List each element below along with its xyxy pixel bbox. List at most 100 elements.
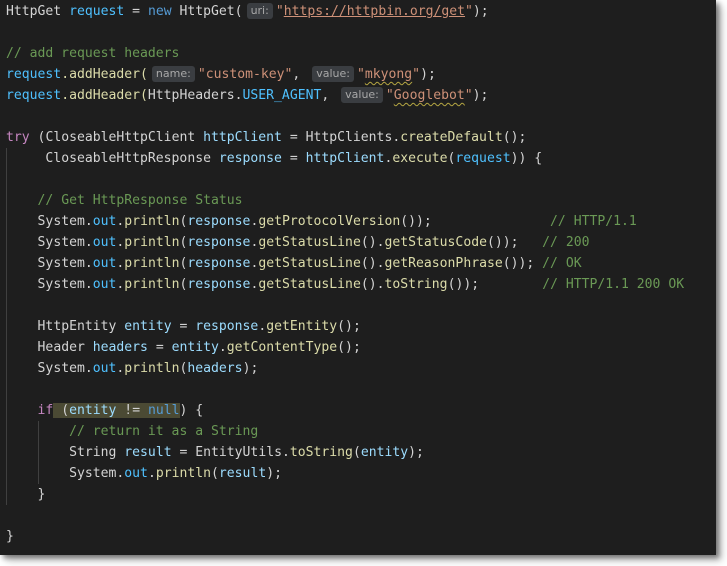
- indent-guide: [6, 442, 7, 463]
- code-line-21[interactable]: // return it as a String: [6, 421, 684, 442]
- indent-guide: [6, 358, 7, 379]
- inlay-hint-value: value:: [312, 66, 354, 82]
- token: ) {: [179, 403, 204, 418]
- token: ();: [337, 340, 361, 355]
- indent-guide: [6, 169, 7, 190]
- spelling-warning[interactable]: mkyong: [365, 67, 412, 82]
- token: response: [195, 319, 259, 334]
- inlay-hint-name: name:: [151, 66, 195, 82]
- code-line-20[interactable]: if (entity != null) {: [6, 400, 684, 421]
- token: );: [472, 4, 489, 19]
- code-line-14[interactable]: System.out.println(response.getStatusLin…: [6, 274, 684, 295]
- highlighted-selection[interactable]: entity: [69, 403, 117, 418]
- token: =: [281, 130, 306, 145]
- code-line-8[interactable]: CloseableHttpResponse response = httpCli…: [6, 148, 684, 169]
- token: println: [124, 277, 180, 292]
- token: System: [37, 235, 85, 250]
- code-line-16[interactable]: HttpEntity entity = response.getEntity()…: [6, 316, 684, 337]
- comment: // 200: [542, 235, 590, 250]
- indent-guide: [6, 253, 7, 274]
- token: getStatusLine: [258, 256, 361, 271]
- token: HttpGet(: [179, 4, 243, 19]
- closing-brace: }: [6, 529, 14, 544]
- code-line-13[interactable]: System.out.println(response.getStatusLin…: [6, 253, 684, 274]
- code-line-25[interactable]: [6, 505, 684, 526]
- closing-brace: }: [37, 487, 46, 502]
- comment: // Get HttpResponse Status: [37, 193, 243, 208]
- indent-guide: [6, 484, 7, 505]
- code-line-12[interactable]: System.out.println(response.getStatusLin…: [6, 232, 684, 253]
- code-line-2[interactable]: [6, 22, 684, 43]
- code-line-26[interactable]: }: [6, 526, 684, 547]
- inlay-hint-value: value:: [341, 87, 383, 103]
- token: request: [455, 151, 511, 166]
- token: toString: [384, 277, 448, 292]
- token: System: [37, 361, 85, 376]
- indent-guide: [6, 337, 7, 358]
- token: ());: [447, 277, 480, 292]
- code-line-11[interactable]: System.out.println(response.getProtocolV…: [6, 211, 684, 232]
- token: ": [385, 88, 394, 103]
- comment: // HTTP/1.1: [550, 214, 637, 229]
- token: request: [6, 88, 62, 103]
- token: HttpGet: [6, 4, 62, 19]
- token: );: [420, 67, 436, 82]
- code-line-18[interactable]: System.out.println(headers);: [6, 358, 684, 379]
- token: String: [69, 445, 117, 460]
- token: println: [124, 235, 180, 250]
- url-link[interactable]: https://httpbin.org/get: [284, 4, 465, 19]
- code-line-10[interactable]: // Get HttpResponse Status: [6, 190, 684, 211]
- token: out: [92, 214, 117, 229]
- token: Header: [37, 340, 85, 355]
- token: out: [124, 466, 148, 481]
- token: ());: [486, 235, 519, 250]
- token: println: [124, 256, 180, 271]
- token: )) {: [510, 151, 543, 166]
- code-area[interactable]: HttpGet request = new HttpGet(uri: "https…: [6, 1, 684, 547]
- code-line-1[interactable]: HttpGet request = new HttpGet(uri: "https…: [6, 1, 684, 22]
- token: getStatusLine: [258, 235, 361, 250]
- token: entity: [360, 445, 409, 460]
- indent-guide: [6, 421, 7, 442]
- code-line-19[interactable]: [6, 379, 684, 400]
- token: ": [464, 88, 473, 103]
- indent-guide: [6, 316, 7, 337]
- code-line-9[interactable]: [6, 169, 684, 190]
- token: result: [218, 466, 267, 481]
- token: getStatusCode: [384, 235, 487, 250]
- token: response: [187, 277, 251, 292]
- token: headers: [187, 361, 243, 376]
- code-line-7[interactable]: try (CloseableHttpClient httpClient = Ht…: [6, 127, 684, 148]
- token: ());: [400, 214, 432, 229]
- token: HttpClients: [305, 130, 393, 145]
- spelling-warning[interactable]: Googlebot: [394, 88, 465, 103]
- token: System: [37, 214, 85, 229]
- inlay-hint-uri: uri:: [246, 3, 273, 19]
- token: response: [187, 214, 251, 229]
- token: request: [6, 67, 62, 82]
- token: println: [155, 466, 212, 481]
- code-line-17[interactable]: Header headers = entity.getContentType()…: [6, 337, 684, 358]
- code-line-15[interactable]: [6, 295, 684, 316]
- token: httpClient: [203, 130, 282, 145]
- token: CloseableHttpClient: [45, 130, 196, 145]
- token: ();: [337, 319, 361, 334]
- token: HttpHeaders: [147, 88, 235, 103]
- code-line-5[interactable]: request.addHeader(HttpHeaders.USER_AGENT…: [6, 85, 684, 106]
- indent-guide: [6, 463, 7, 484]
- token: );: [472, 88, 489, 103]
- token: println: [124, 214, 180, 229]
- indent-guide: [38, 421, 39, 442]
- token: System: [37, 277, 85, 292]
- indent-guide: [6, 400, 7, 421]
- code-editor[interactable]: HttpGet request = new HttpGet(uri: "https…: [0, 0, 716, 555]
- code-line-24[interactable]: }: [6, 484, 684, 505]
- code-line-23[interactable]: System.out.println(result);: [6, 463, 684, 484]
- code-line-3[interactable]: // add request headers: [6, 43, 684, 64]
- code-line-4[interactable]: request.addHeader(name: "custom-key", val…: [6, 64, 684, 85]
- token: HttpEntity: [37, 319, 117, 334]
- code-line-6[interactable]: [6, 106, 684, 127]
- code-line-22[interactable]: String result = EntityUtils.toString(ent…: [6, 442, 684, 463]
- token: (: [29, 130, 46, 145]
- token: out: [92, 235, 117, 250]
